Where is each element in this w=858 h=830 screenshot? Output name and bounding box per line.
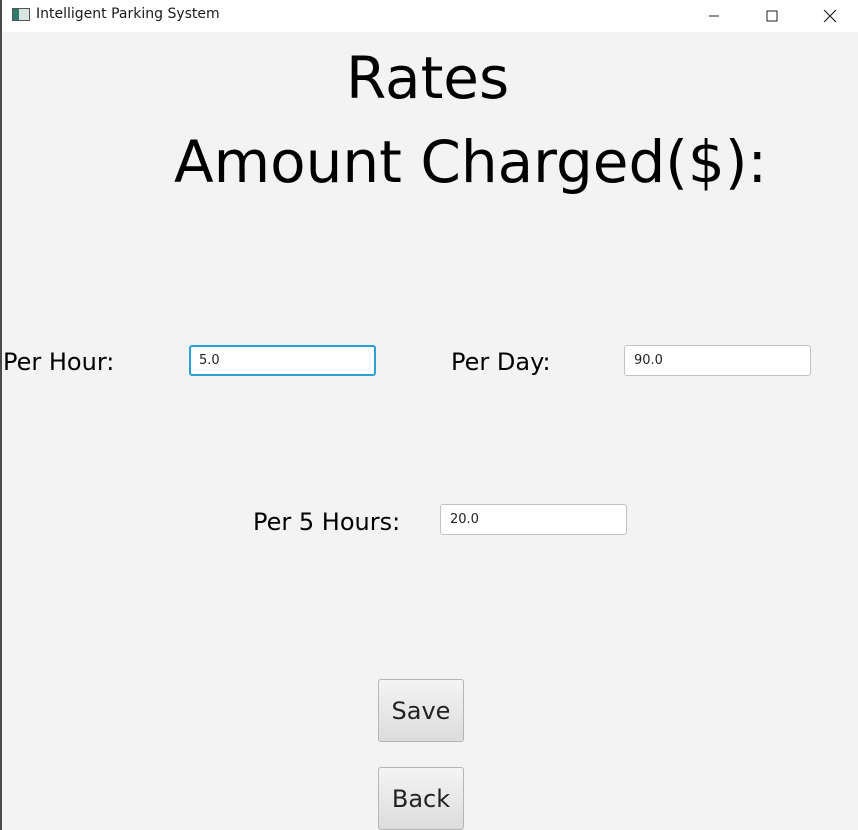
window-title: Intelligent Parking System: [36, 6, 220, 22]
minimize-icon: [709, 15, 719, 17]
per-5-hours-input[interactable]: [440, 504, 627, 535]
app-icon: [12, 8, 30, 21]
per-5-hours-label: Per 5 Hours:: [253, 508, 401, 536]
per-day-label: Per Day:: [451, 348, 551, 376]
per-hour-label: Per Hour:: [3, 348, 115, 376]
minimize-button[interactable]: [685, 0, 743, 32]
close-button[interactable]: [801, 0, 858, 32]
maximize-button[interactable]: [743, 0, 801, 32]
per-day-input[interactable]: [624, 345, 811, 376]
page-subtitle: Amount Charged($):: [174, 128, 767, 196]
back-button[interactable]: Back: [378, 767, 464, 830]
maximize-icon: [766, 10, 778, 22]
page-title: Rates: [346, 44, 510, 112]
per-hour-input[interactable]: [189, 345, 376, 376]
app-window: Intelligent Parking System Rates Amount …: [0, 0, 858, 830]
title-bar: Intelligent Parking System: [2, 0, 858, 32]
save-button[interactable]: Save: [378, 679, 464, 742]
close-icon: [823, 9, 837, 23]
